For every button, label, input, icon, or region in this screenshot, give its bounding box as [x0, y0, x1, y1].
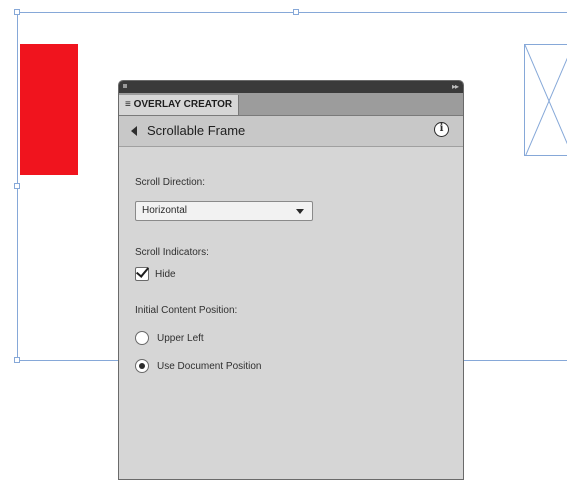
scroll-indicators-label: Scroll Indicators: — [135, 247, 209, 258]
hide-indicators-label[interactable]: Hide — [155, 269, 176, 280]
tab-overlay-creator[interactable]: ≡ OVERLAY CREATOR — [119, 95, 240, 115]
hide-indicators-checkbox[interactable] — [135, 264, 150, 281]
radio-selected-dot — [139, 363, 145, 369]
frame-handle-top-center[interactable] — [293, 9, 299, 15]
frame-handle-middle-left[interactable] — [14, 183, 20, 189]
document-canvas[interactable]: ▸▸ ≡ OVERLAY CREATOR Scrollable Frame i … — [0, 0, 567, 480]
panel-header: Scrollable Frame i — [119, 116, 463, 147]
initial-position-label: Initial Content Position: — [135, 305, 238, 316]
use-document-position-radio[interactable] — [135, 359, 149, 373]
scroll-direction-select[interactable]: Horizontal — [135, 201, 313, 221]
scroll-direction-value: Horizontal — [142, 205, 188, 216]
frame-top-edge — [17, 12, 567, 13]
info-icon[interactable]: i — [434, 122, 449, 137]
panel-title: Scrollable Frame — [147, 123, 246, 138]
panel-close-icon[interactable] — [123, 84, 127, 88]
upper-left-radio[interactable] — [135, 331, 149, 345]
frame-handle-top-left[interactable] — [14, 9, 20, 15]
chevron-down-icon — [296, 209, 304, 214]
frame-handle-bottom-left[interactable] — [14, 357, 20, 363]
image-placeholder-frame[interactable] — [524, 44, 567, 156]
scroll-direction-label: Scroll Direction: — [135, 177, 206, 188]
red-rectangle[interactable] — [20, 44, 78, 175]
panel-tabstrip: ≡ OVERLAY CREATOR — [119, 93, 463, 116]
overlay-creator-panel: ▸▸ ≡ OVERLAY CREATOR Scrollable Frame i … — [118, 80, 464, 480]
use-document-position-radio-label[interactable]: Use Document Position — [157, 361, 262, 372]
back-arrow-icon[interactable] — [131, 126, 137, 136]
placeholder-cross-icon — [525, 45, 567, 155]
upper-left-radio-label[interactable]: Upper Left — [157, 333, 204, 344]
checkmark-icon — [135, 264, 150, 278]
panel-collapse-icon[interactable]: ▸▸ — [452, 83, 459, 91]
panel-titlebar[interactable]: ▸▸ — [119, 81, 463, 93]
